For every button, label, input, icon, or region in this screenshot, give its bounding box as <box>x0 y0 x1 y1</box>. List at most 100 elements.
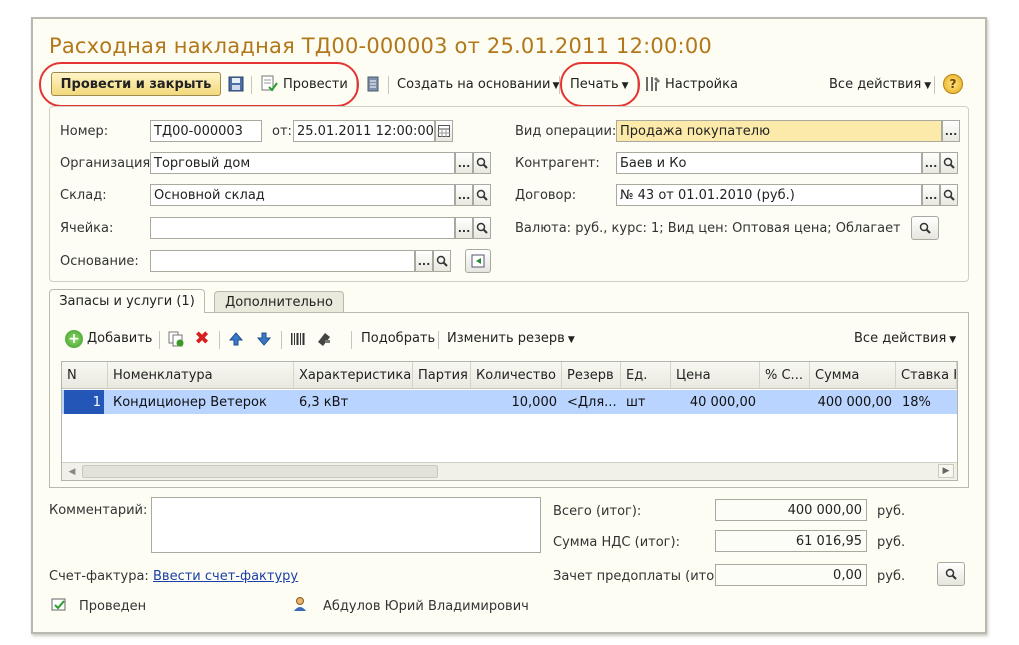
author-name: Абдулов Юрий Владимирович <box>323 599 529 614</box>
table-cell-batch[interactable] <box>413 390 471 414</box>
table-cell-characteristic[interactable]: 6,3 кВт <box>299 390 411 414</box>
select-ellipsis-button[interactable]: ... <box>922 152 940 174</box>
select-ellipsis-button[interactable]: ... <box>455 184 473 206</box>
move-down-icon[interactable] <box>255 330 273 348</box>
column-header-sum[interactable]: Сумма <box>810 362 896 389</box>
select-ellipsis-button[interactable]: ... <box>415 250 433 272</box>
tab-additional[interactable]: Дополнительно <box>214 291 344 312</box>
chevron-down-icon: ▼ <box>567 335 575 345</box>
horizontal-scrollbar[interactable]: ◀ ▶ <box>62 462 957 480</box>
all-actions-button[interactable]: Все действия ▼ <box>829 77 931 92</box>
comment-field[interactable] <box>151 497 541 553</box>
move-up-icon[interactable] <box>227 330 245 348</box>
date-field[interactable]: 25.01.2011 12:00:00 <box>293 120 435 142</box>
search-icon[interactable] <box>911 216 939 240</box>
tab-stock-and-services[interactable]: Запасы и услуги (1) <box>49 289 205 313</box>
operation-type-field[interactable]: Продажа покупателю <box>616 120 942 142</box>
column-header-reserve[interactable]: Резерв <box>562 362 621 389</box>
toolbar-separator <box>934 76 935 94</box>
column-header-discount[interactable]: % С... <box>760 362 810 389</box>
settings-icon[interactable] <box>643 74 663 94</box>
column-header-n[interactable]: N <box>62 362 108 389</box>
copy-icon[interactable] <box>167 330 185 348</box>
table-cell-unit[interactable]: шт <box>626 390 670 414</box>
column-header-quantity[interactable]: Количество <box>471 362 562 389</box>
column-header-unit[interactable]: Ед. <box>621 362 671 389</box>
scanner-icon[interactable] <box>315 330 333 348</box>
prepayment-field: 0,00 <box>715 564 867 586</box>
select-ellipsis-button[interactable]: ... <box>455 217 473 239</box>
posted-status-icon <box>50 596 68 614</box>
search-icon[interactable] <box>940 152 958 174</box>
contract-label: Договор: <box>515 188 577 203</box>
change-reserve-button[interactable]: Изменить резерв ▼ <box>447 331 575 346</box>
table-cell-quantity[interactable]: 10,000 <box>471 390 558 414</box>
fill-from-basis-icon[interactable] <box>465 249 491 273</box>
warehouse-field[interactable]: Основной склад <box>150 184 455 206</box>
grid-all-actions-label: Все действия <box>854 331 947 346</box>
calendar-icon[interactable] <box>435 120 453 142</box>
scroll-left-icon[interactable]: ◀ <box>64 465 80 478</box>
select-ellipsis-button[interactable]: ... <box>942 120 960 142</box>
column-header-vat-rate[interactable]: Ставка Н <box>896 362 957 389</box>
toolbar-separator <box>388 76 389 94</box>
counterparty-label: Контрагент: <box>515 156 600 171</box>
search-icon[interactable] <box>473 217 491 239</box>
basis-label: Основание: <box>60 254 139 269</box>
toolbar-separator <box>438 331 439 349</box>
counterparty-field[interactable]: Баев и Ко <box>616 152 922 174</box>
add-button[interactable]: Добавить <box>87 331 152 346</box>
toolbar-separator <box>281 331 282 349</box>
enter-invoice-link[interactable]: Ввести счет-фактуру <box>153 569 298 584</box>
organization-label: Организация: <box>60 156 155 171</box>
number-field[interactable]: ТД00-000003 <box>150 120 262 142</box>
column-header-characteristic[interactable]: Характеристика <box>294 362 413 389</box>
window-title: Расходная накладная ТД00-000003 от 25.01… <box>49 34 712 58</box>
table-cell-item[interactable]: Кондиционер Ветерок <box>113 390 293 414</box>
total-currency: руб. <box>877 504 906 519</box>
table-cell-price[interactable]: 40 000,00 <box>671 390 756 414</box>
table-cell-reserve[interactable]: <Для... <box>567 390 619 414</box>
settings-button[interactable]: Настройка <box>665 77 738 92</box>
column-header-price[interactable]: Цена <box>671 362 760 389</box>
invoice-label: Счет-фактура: <box>49 569 149 584</box>
scroll-right-icon[interactable]: ▶ <box>938 464 954 478</box>
create-based-on-label: Создать на основании <box>397 77 551 92</box>
table-cell-vat-rate[interactable]: 18% <box>902 390 956 414</box>
column-header-item[interactable]: Номенклатура <box>108 362 294 389</box>
select-ellipsis-button[interactable]: ... <box>922 184 940 206</box>
create-based-on-button[interactable]: Создать на основании ▼ <box>397 77 559 92</box>
total-label: Всего (итог): <box>553 504 642 519</box>
operation-type-label: Вид операции: <box>515 124 617 139</box>
scrollbar-thumb[interactable] <box>82 465 438 478</box>
prepayment-label: Зачет предоплаты (итог): <box>553 569 731 584</box>
cell-field[interactable] <box>150 217 455 239</box>
prepayment-currency: руб. <box>877 569 906 584</box>
table-cell-n[interactable]: 1 <box>64 390 104 414</box>
table-cell-sum[interactable]: 400 000,00 <box>810 390 892 414</box>
search-icon[interactable] <box>940 184 958 206</box>
delete-icon[interactable]: ✖ <box>193 328 211 349</box>
select-ellipsis-button[interactable]: ... <box>455 152 473 174</box>
barcode-icon[interactable] <box>289 330 307 348</box>
search-icon[interactable] <box>433 250 451 272</box>
basis-field[interactable] <box>150 250 415 272</box>
goods-table[interactable]: N Номенклатура Характеристика Партия Кол… <box>61 361 958 481</box>
search-icon[interactable] <box>937 562 965 586</box>
posted-status-text: Проведен <box>79 599 147 614</box>
journal-icon[interactable] <box>365 75 381 93</box>
table-cell-discount[interactable] <box>760 390 810 414</box>
column-header-batch[interactable]: Партия <box>413 362 471 389</box>
organization-field[interactable]: Торговый дом <box>150 152 455 174</box>
number-label: Номер: <box>60 124 109 139</box>
toolbar-separator <box>219 331 220 349</box>
pick-button[interactable]: Подобрать <box>361 331 435 346</box>
add-icon[interactable]: + <box>65 330 83 348</box>
contract-field[interactable]: № 43 от 01.01.2010 (руб.) <box>616 184 922 206</box>
search-icon[interactable] <box>473 152 491 174</box>
toolbar-separator <box>351 331 352 349</box>
help-icon[interactable]: ? <box>943 74 963 94</box>
search-icon[interactable] <box>473 184 491 206</box>
grid-all-actions-button[interactable]: Все действия ▼ <box>854 331 956 346</box>
all-actions-label: Все действия <box>829 77 922 92</box>
